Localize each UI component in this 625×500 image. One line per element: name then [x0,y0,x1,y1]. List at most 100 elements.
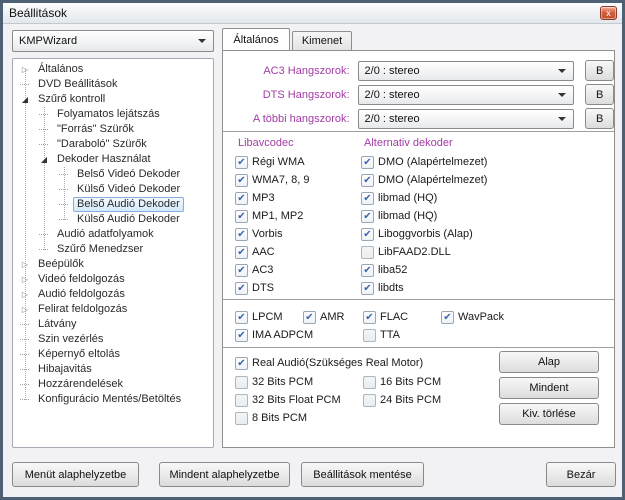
tree-item-dekoder-haszn-lat[interactable]: ◢ Dekoder Használat [13,152,213,167]
tree-item-forr-s-sz-r-k[interactable]: "Forrás" Szürők [13,122,213,137]
tab-kimenet[interactable]: Kimenet [292,31,352,50]
decoder-liboggvorbis-alap[interactable]: ✔ Liboggvorbis (Alap) [361,225,487,243]
tree-item-szin-vez-rl-s[interactable]: Szin vezérlés [13,332,213,347]
tree-item-label: Általános [38,63,84,75]
tree-item-hozz-rendel-sek[interactable]: Hozzárendelések [13,377,213,392]
expand-icon[interactable]: ▷ [19,302,31,317]
decoder-dmo-alap-rtelmezet[interactable]: ✔ DMO (Alapértelmezet) [361,153,487,171]
tree-item-felirat-feldolgoz-s[interactable]: ▷ Felirat feldolgozás [13,302,213,317]
dts-speakers-select[interactable]: 2/0 : stereo [357,84,575,105]
tree-item-hibajavit-s[interactable]: Hibajavitás [13,362,213,377]
pcm-32-bits-pcm[interactable]: 32 Bits PCM [235,373,363,391]
settings-tree: ▷ Általános DVD Beállitások ◢ Szűrő kontroll… [12,58,214,448]
codec-mp1-mp2[interactable]: ✔ MP1, MP2 [235,207,309,225]
pcm-8-bits-pcm[interactable]: 8 Bits PCM [235,409,363,427]
other-b-button[interactable]: B [585,108,614,129]
codec-amr[interactable]: ✔ AMR [303,308,363,326]
default-button[interactable]: Alap [499,351,599,373]
tree-item-folyamatos-lej-tsz-s[interactable]: Folyamatos lejátszás [13,107,213,122]
collapse-icon[interactable]: ◢ [19,92,31,107]
tree-item-vide-feldolgoz-s[interactable]: ▷ Videó feldolgozás [13,272,213,287]
reset-menu-button[interactable]: Menüt alaphelyzetbe [12,462,139,487]
checkbox-label: DMO (Alapértelmezet) [378,174,488,186]
ac3-speakers-select[interactable]: 2/0 : stereo [357,60,575,81]
codec-r-gi-wma[interactable]: ✔ Régi WMA [235,153,309,171]
tree-item-dvd-be-llit-sok[interactable]: DVD Beállitások [13,77,213,92]
separator [223,131,614,132]
tree-joint [58,197,70,212]
expand-icon[interactable]: ▷ [19,257,31,272]
tree-joint [58,182,70,197]
tree-item-k-ls-audi-dekoder[interactable]: Külső Audió Dekoder [13,212,213,227]
tree-item-audi-feldolgoz-s[interactable]: ▷ Audió feldolgozás [13,287,213,302]
tree-joint [19,317,31,332]
tree-item-sz-r-kontroll[interactable]: ◢ Szűrő kontroll [13,92,213,107]
checked-checkbox-icon: ✔ [235,191,248,205]
tree-item-label: Videó feldolgozás [38,273,125,285]
dts-b-button[interactable]: B [585,84,614,105]
codec-lpcm[interactable]: ✔ LPCM [235,308,303,326]
tree-item-bels-audi-dekoder[interactable]: Belső Audió Dekoder [13,197,213,212]
tab-altalanos[interactable]: Általános [222,28,290,50]
tree-item-sz-r-menedzser[interactable]: Szűrő Menedzser [13,242,213,257]
checkbox-label: WMA7, 8, 9 [252,174,310,186]
ac3-b-button[interactable]: B [585,60,614,81]
profile-select[interactable]: KMPWizard [12,30,214,52]
expand-icon[interactable]: ▷ [19,272,31,287]
clear-selection-button[interactable]: Kiv. törlése [499,403,599,425]
codec-mp3[interactable]: ✔ MP3 [235,189,309,207]
collapse-icon[interactable]: ◢ [38,152,50,167]
unchecked-checkbox-icon [235,411,248,425]
codec-flac[interactable]: ✔ FLAC [363,308,441,326]
decoder-libmad-hq[interactable]: ✔ libmad (HQ) [361,207,487,225]
expand-icon[interactable]: ▷ [19,287,31,302]
codec-wavpack[interactable]: ✔ WavPack [441,308,561,326]
checkbox-label: Liboggvorbis (Alap) [378,228,473,240]
checked-checkbox-icon: ✔ [235,173,248,187]
close-button[interactable]: Bezár [546,462,616,487]
alternative-decoder-header: Alternativ dekoder [364,137,453,149]
extra-codecs-group: ✔ LPCM ✔ AMR ✔ FLAC ✔ WavPack ✔ IMA ADPCM TTA [235,308,614,344]
codec-ac3[interactable]: ✔ AC3 [235,261,309,279]
reset-all-button[interactable]: Mindent alaphelyzetbe [159,462,290,487]
speaker-settings-group: AC3 Hangszorok: 2/0 : stereo B DTS Hangs… [223,60,614,132]
grid-cell [441,326,561,344]
pcm-24-bits-pcm[interactable]: 24 Bits PCM [363,391,483,409]
unchecked-checkbox-icon [363,328,376,342]
decoder-libfaad2-dll[interactable]: LibFAAD2.DLL [361,243,487,261]
tree-item-l-tv-ny[interactable]: Látvány [13,317,213,332]
pcm-32-bits-float-pcm[interactable]: 32 Bits Float PCM [235,391,363,409]
tree-item-be-p-l-k[interactable]: ▷ Beépülők [13,257,213,272]
tree-item-label: DVD Beállitások [38,78,118,90]
other-speakers-select[interactable]: 2/0 : stereo [357,108,575,129]
tree-item-label: Szin vezérlés [38,333,104,345]
close-icon[interactable]: x [600,6,617,20]
pcm-16-bits-pcm[interactable]: 16 Bits PCM [363,373,483,391]
tree-item-k-ls-vide-dekoder[interactable]: Külső Videó Dekoder [13,182,213,197]
expand-icon[interactable]: ▷ [19,62,31,77]
save-settings-button[interactable]: Beállitások mentése [301,462,424,487]
tree-joint [38,137,50,152]
tree-item-darabol-sz-r-k[interactable]: "Daraboló" Szürők [13,137,213,152]
codec-vorbis[interactable]: ✔ Vorbis [235,225,309,243]
grid-cell [303,326,363,344]
tree-item-audi-adatfolyamok[interactable]: Audió adatfolyamok [13,227,213,242]
decoder-libdts[interactable]: ✔ libdts [361,279,487,297]
grid-cell: 24 Bits PCM [363,391,483,409]
tree-item-konfigur-cio-ment-s-bet-lt-s[interactable]: Konfigurácio Mentés/Betöltés [13,392,213,407]
tree-item-label: Szűrő Menedzser [57,243,144,255]
extra-codec-row: ✔ LPCM ✔ AMR ✔ FLAC ✔ WavPack [235,308,614,326]
codec-wma7-8-9[interactable]: ✔ WMA7, 8, 9 [235,171,309,189]
select-all-button[interactable]: Mindent [499,377,599,399]
decoder-libmad-hq[interactable]: ✔ libmad (HQ) [361,189,487,207]
tree-item-ltal-nos[interactable]: ▷ Általános [13,62,213,77]
decoder-dmo-alap-rtelmezet[interactable]: ✔ DMO (Alapértelmezet) [361,171,487,189]
codec-ima-adpcm[interactable]: ✔ IMA ADPCM [235,326,313,344]
tree-item-k-perny-eltol-s[interactable]: Képernyő eltolás [13,347,213,362]
codec-dts[interactable]: ✔ DTS [235,279,309,297]
codec-aac[interactable]: ✔ AAC [235,243,309,261]
tree-item-bels-vide-dekoder[interactable]: Belső Videó Dekoder [13,167,213,182]
decoder-liba52[interactable]: ✔ liba52 [361,261,487,279]
titlebar[interactable]: Beállitások x [3,3,622,24]
codec-tta[interactable]: TTA [363,326,441,344]
